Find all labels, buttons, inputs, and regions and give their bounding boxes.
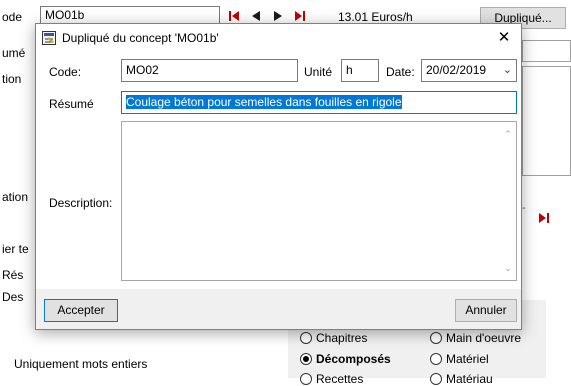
description-label-partial: tion bbox=[2, 72, 22, 86]
radio-label: Matériau bbox=[446, 372, 493, 386]
chevron-down-icon[interactable]: ⌄ bbox=[503, 60, 512, 81]
code-input[interactable]: MO02 bbox=[121, 59, 298, 82]
radio-label: Décomposés bbox=[316, 352, 391, 366]
dialog-titlebar[interactable]: Dupliqué du concept 'MO01b' ✕ bbox=[36, 24, 521, 52]
radio-label: Recettes bbox=[316, 372, 364, 386]
radio-circle[interactable] bbox=[430, 332, 442, 344]
last-page-icon[interactable] bbox=[538, 212, 550, 224]
unite-label: Unité bbox=[304, 65, 333, 79]
close-button[interactable]: ✕ bbox=[487, 24, 521, 52]
radio-recettes[interactable]: Recettes bbox=[300, 372, 363, 386]
cancel-button[interactable]: Annuler bbox=[455, 299, 517, 322]
radio-main-oeuvre[interactable]: Main d'oeuvre bbox=[430, 331, 521, 345]
price-per-unit: 13.01 Euros/h bbox=[338, 10, 413, 24]
radio-circle[interactable] bbox=[300, 373, 312, 385]
code-label-partial: ode bbox=[2, 10, 23, 24]
description-label: Description: bbox=[49, 196, 113, 210]
radio-decomposes[interactable]: Décomposés bbox=[300, 352, 391, 366]
previous-record-icon[interactable] bbox=[250, 10, 262, 22]
description-textarea[interactable]: ⌃ ⌄ bbox=[121, 121, 517, 281]
radio-label: Chapitres bbox=[316, 331, 368, 345]
date-picker[interactable]: 20/02/2019 ⌄ bbox=[421, 59, 517, 82]
description-option-partial: Des bbox=[2, 290, 24, 304]
radio-chapitres[interactable]: Chapitres bbox=[300, 331, 367, 345]
filter-label-partial: ier te bbox=[2, 242, 29, 256]
whole-words-option[interactable]: Uniquement mots entiers bbox=[14, 357, 147, 371]
date-label: Date: bbox=[386, 65, 415, 79]
dialog-footer: Accepter Annuler bbox=[36, 289, 521, 329]
last-record-icon[interactable] bbox=[294, 10, 306, 22]
radio-circle-checked[interactable] bbox=[300, 353, 312, 365]
radio-label: Main d'oeuvre bbox=[446, 331, 521, 345]
dialog-title: Dupliqué du concept 'MO01b' bbox=[62, 31, 219, 45]
duplicate-concept-dialog: Dupliqué du concept 'MO01b' ✕ Code: MO02… bbox=[35, 23, 522, 330]
radio-circle[interactable] bbox=[430, 353, 442, 365]
app-icon bbox=[42, 31, 56, 45]
accept-button[interactable]: Accepter bbox=[44, 299, 118, 322]
scroll-down-icon[interactable]: ⌄ bbox=[502, 262, 514, 274]
resume-label-partial: umé bbox=[2, 46, 26, 60]
resume-input[interactable]: Coulage béton pour semelles dans fouille… bbox=[121, 91, 517, 114]
scroll-up-icon[interactable]: ⌃ bbox=[502, 128, 514, 140]
radio-label: Matériel bbox=[446, 352, 489, 366]
description-field-edge[interactable] bbox=[522, 66, 571, 176]
radio-materiel[interactable]: Matériel bbox=[430, 352, 489, 366]
date-value: 20/02/2019 bbox=[426, 63, 487, 77]
radio-circle[interactable] bbox=[300, 332, 312, 344]
radio-circle[interactable] bbox=[430, 373, 442, 385]
resume-field-edge[interactable] bbox=[522, 40, 571, 62]
dash-separator: - bbox=[522, 202, 526, 214]
radio-materiau[interactable]: Matériau bbox=[430, 372, 493, 386]
code-label: Code: bbox=[49, 65, 82, 79]
resume-selected-text: Coulage béton pour semelles dans fouille… bbox=[126, 95, 402, 109]
resume-label: Résumé bbox=[49, 97, 94, 111]
resume-option-partial: Rés bbox=[2, 268, 24, 282]
section-label-partial: ation bbox=[2, 190, 29, 204]
next-record-icon[interactable] bbox=[272, 10, 284, 22]
unite-input[interactable]: h bbox=[341, 59, 379, 82]
first-record-icon[interactable] bbox=[228, 10, 240, 22]
